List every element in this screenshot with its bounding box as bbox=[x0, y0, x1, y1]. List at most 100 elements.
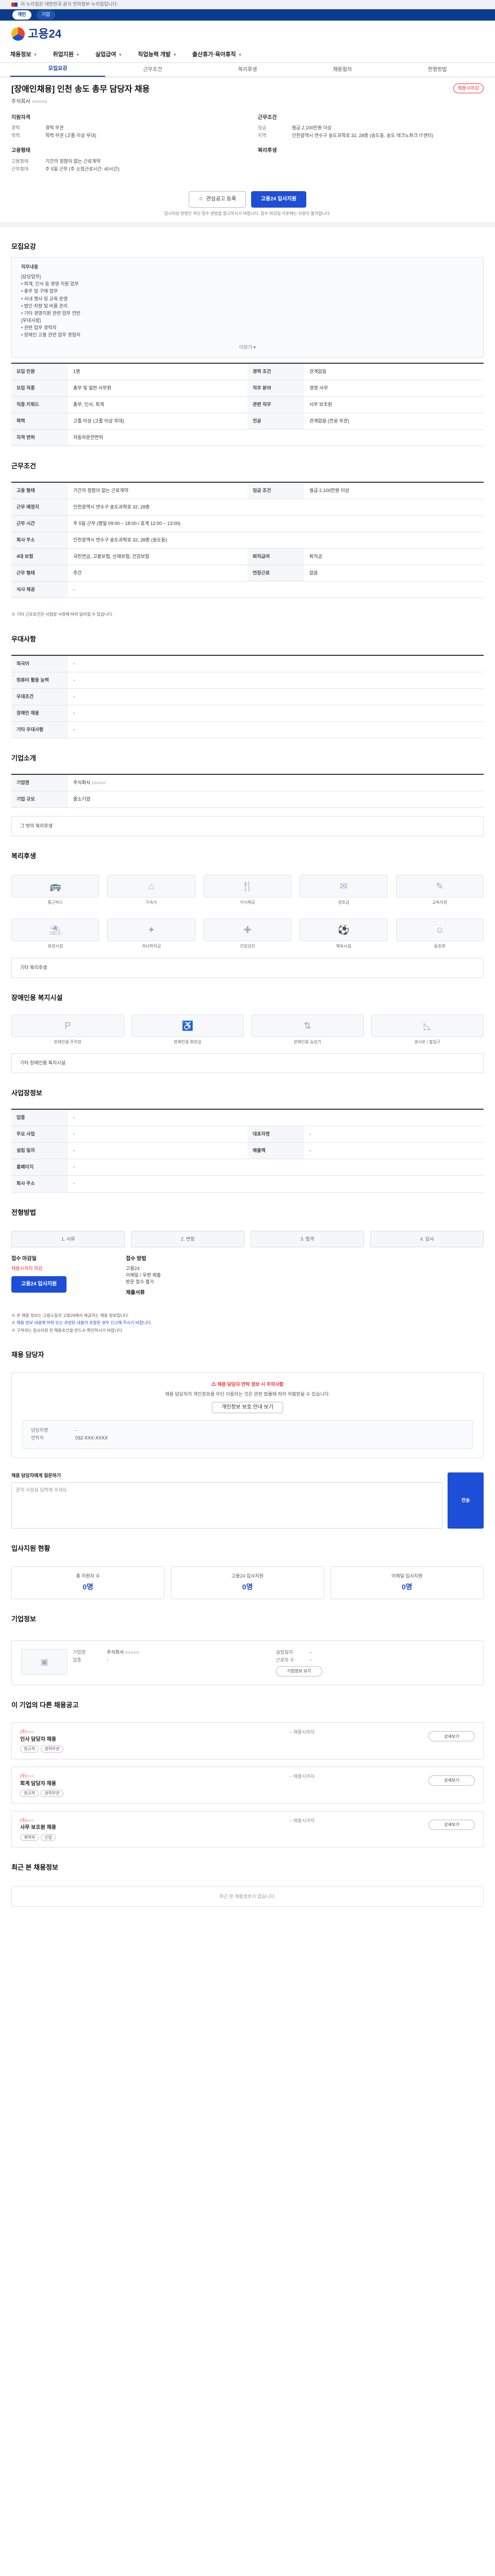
detail-button[interactable]: 상세보기 bbox=[428, 1819, 475, 1830]
tab-process[interactable]: 채용절차 bbox=[295, 66, 390, 77]
table-row: 회사 주소 - bbox=[11, 1176, 484, 1193]
tab-welfare[interactable]: 복리후생 bbox=[200, 66, 295, 77]
gnb-item-training[interactable]: 직업능력 개발 ▼ bbox=[138, 51, 177, 59]
table-header-cell: 관련 직무 bbox=[248, 396, 304, 413]
table-cell: - bbox=[73, 660, 75, 666]
send-button[interactable]: 전송 bbox=[448, 1472, 484, 1529]
company-info: ▣ 기업명 주식회사 ○○○○○ 업종 - 설립일자 - 근로자 수 - 기업정보 보기 bbox=[11, 1640, 484, 1685]
chevron-down-icon: ▼ bbox=[118, 52, 123, 57]
question-textarea[interactable]: 문의 사항을 입력해 주세요. bbox=[11, 1482, 442, 1529]
table-cell: - bbox=[73, 710, 75, 716]
apply-method: 접수 방법 고용24 이메일 / 우편 제출 방문 접수 불가 제출서류 bbox=[126, 1256, 484, 1299]
table-row: 우대조건 - bbox=[11, 688, 484, 705]
summary-welfare: 복리후생 bbox=[258, 147, 484, 174]
topbar-personal[interactable]: 개인 bbox=[12, 10, 31, 20]
parking-icon: P bbox=[11, 1014, 124, 1037]
more-button[interactable]: 더보기 ▾ bbox=[21, 339, 474, 351]
table-header-cell: 회사 주소 bbox=[11, 1176, 68, 1192]
table-row: 업종 - bbox=[11, 1110, 484, 1127]
section-title-facility: 장애인용 복지시설 bbox=[11, 993, 63, 1002]
gov-banner: 이 누리집은 대한민국 공식 전자정부 누리집입니다. bbox=[0, 0, 495, 9]
duty-line: [담당업무] bbox=[21, 274, 41, 280]
apply-button[interactable]: 고용24 입사지원 bbox=[251, 191, 307, 208]
facility-item: ◺ 경사로 / 출입구 bbox=[371, 1014, 484, 1045]
welfare-item: 🚌 통근버스 bbox=[11, 874, 100, 906]
question-form: 채용 담당자에게 질문하기 문의 사항을 입력해 주세요. 전송 bbox=[11, 1472, 484, 1529]
tab-work[interactable]: 근무조건 bbox=[105, 66, 200, 77]
list-item[interactable]: (주)○○○ 회계 담당자 채용 정규직 경력무관 ~ 채용시까지 상세보기 bbox=[11, 1767, 484, 1804]
list-item[interactable]: (주)○○○ 사무 보조원 채용 계약직 신입 ~ 채용시까지 상세보기 bbox=[11, 1810, 484, 1848]
kv-value: 월급 2,100만원 이상 bbox=[292, 125, 332, 131]
contact-phone-value: 032-XXX-XXXX bbox=[75, 1435, 108, 1441]
duty-title: 직무내용 bbox=[21, 264, 39, 270]
apply-button-secondary[interactable]: 고용24 입사지원 bbox=[11, 1276, 67, 1293]
table-cell: - bbox=[73, 1181, 75, 1187]
table-header-cell: 학력 bbox=[11, 413, 68, 430]
logo-icon bbox=[11, 27, 25, 41]
question-label: 채용 담당자에게 질문하기 bbox=[11, 1473, 61, 1479]
apply-period-title: 접수 마감일 bbox=[11, 1256, 37, 1262]
table-row: 근무 형태 주간 연장근로 없음 bbox=[11, 565, 484, 582]
facility-note-title: 기타 장애인용 복지시설 bbox=[20, 1060, 65, 1066]
gnb-item-jobs[interactable]: 채용정보 ▼ bbox=[10, 51, 37, 59]
tag: 정규직 bbox=[20, 1790, 39, 1797]
detail-button[interactable]: 상세보기 bbox=[428, 1731, 475, 1742]
warning-icon: ⚠ bbox=[211, 1382, 218, 1387]
contact-card: ⚠ 채용 담당자 연락 정보 시 주의사항 채용 담당자의 개인정보를 무단 이… bbox=[11, 1372, 484, 1459]
tag: 정규직 bbox=[20, 1745, 39, 1753]
table-header-cell: 모집 직종 bbox=[11, 380, 68, 396]
welfare-item: 🍴 식사제공 bbox=[203, 874, 292, 906]
scrap-button[interactable]: ☆ 관심공고 등록 bbox=[188, 191, 246, 208]
table-cell: - bbox=[73, 587, 75, 592]
list-item-date: ~ 채용시까지 bbox=[289, 1818, 315, 1823]
cta-row: ☆ 관심공고 등록 고용24 입사지원 bbox=[0, 191, 495, 208]
ramp-icon: ◺ bbox=[371, 1014, 484, 1037]
kv-value: - bbox=[310, 1657, 311, 1663]
table-cell: 관계없음 bbox=[309, 368, 327, 374]
company-detail-button[interactable]: 기업정보 보기 bbox=[276, 1666, 322, 1676]
table-row: 설립 일자 - 매출액 - bbox=[11, 1143, 484, 1160]
gnb-label: 직업능력 개발 bbox=[138, 51, 171, 58]
tab-recruit[interactable]: 모집요강 bbox=[10, 65, 105, 77]
table-cell: 1명 bbox=[73, 368, 80, 374]
tab-method[interactable]: 전형방법 bbox=[390, 66, 485, 77]
privacy-button[interactable]: 개인정보 보호 안내 보기 bbox=[211, 1402, 284, 1414]
apply-notes: ※ 본 채용 정보는 고용노동부 고용24에서 제공하는 채용 정보입니다. ※… bbox=[11, 1313, 484, 1334]
gnb-item-benefit[interactable]: 실업급여 ▼ bbox=[95, 51, 122, 59]
list-item-title: 사무 보조원 채용 bbox=[20, 1825, 56, 1831]
kv-value: - bbox=[310, 1650, 311, 1655]
gnb-item-leave[interactable]: 출산휴가·육아휴직 ▼ bbox=[192, 51, 242, 59]
list-item[interactable]: (주)○○○ 인사 담당자 채용 정규직 경력무관 ~ 채용시까지 상세보기 bbox=[11, 1722, 484, 1760]
welfare-label: 교육지원 bbox=[432, 900, 448, 905]
detail-button[interactable]: 상세보기 bbox=[428, 1775, 475, 1786]
table-row: 식사 제공 - bbox=[11, 582, 484, 599]
list-item-date: ~ 채용시까지 bbox=[289, 1730, 315, 1735]
gov-banner-text: 이 누리집은 대한민국 공식 전자정부 누리집입니다. bbox=[21, 1, 118, 7]
table-row: 자격 면허 자동차운전면허 bbox=[11, 430, 484, 447]
kv-value: 경력 무관 bbox=[45, 125, 64, 131]
welfare-item: ✦ 자녀학자금 bbox=[107, 919, 195, 950]
duty-line: • 기타 경영지원 관련 업무 전반 bbox=[21, 310, 81, 316]
gnb-item-support[interactable]: 취업지원 ▼ bbox=[53, 51, 79, 59]
section-title-stats: 입사지원 현황 bbox=[11, 1545, 51, 1553]
logo-text: 고용24 bbox=[28, 27, 61, 41]
extra-table: 외국어 - 컴퓨터 활용 능력 - 우대조건 - 장애인 채용 - 기타 우대사항 - bbox=[11, 654, 484, 738]
stat-label: 이메일 입사지원 bbox=[391, 1573, 423, 1579]
kv-key: 기업명 bbox=[73, 1650, 86, 1655]
welfare-label: 건강검진 bbox=[240, 944, 255, 949]
health-icon: ✚ bbox=[203, 919, 292, 942]
chevron-down-icon: ▼ bbox=[75, 52, 80, 57]
title-row: [장애인채용] 인천 송도 총무 담당자 채용 채용시마감 bbox=[0, 77, 495, 98]
pr-extra: 그 밖의 복리후생 bbox=[11, 816, 484, 836]
table-header-cell: 대표자명 bbox=[248, 1126, 304, 1143]
table-cell: 국민연금, 고용보험, 산재보험, 건강보험 bbox=[73, 554, 150, 560]
apply-method-line: 이메일 / 우편 제출 bbox=[126, 1272, 161, 1278]
table-cell: 고졸 이상 (고졸 이상 우대) bbox=[73, 418, 124, 423]
logo[interactable]: 고용24 bbox=[11, 26, 61, 42]
table-header-cell: 우대조건 bbox=[11, 688, 68, 705]
table-header-cell: 근무 예정지 bbox=[11, 499, 68, 515]
contact-name-value: - bbox=[75, 1428, 77, 1433]
topbar-business[interactable]: 기업 bbox=[36, 10, 56, 20]
company-name[interactable]: 주식회사 ○○○○○ bbox=[0, 98, 495, 106]
apply-info: 접수 마감일 채용시까지 마감 고용24 입사지원 접수 방법 고용24 이메일… bbox=[11, 1256, 484, 1299]
